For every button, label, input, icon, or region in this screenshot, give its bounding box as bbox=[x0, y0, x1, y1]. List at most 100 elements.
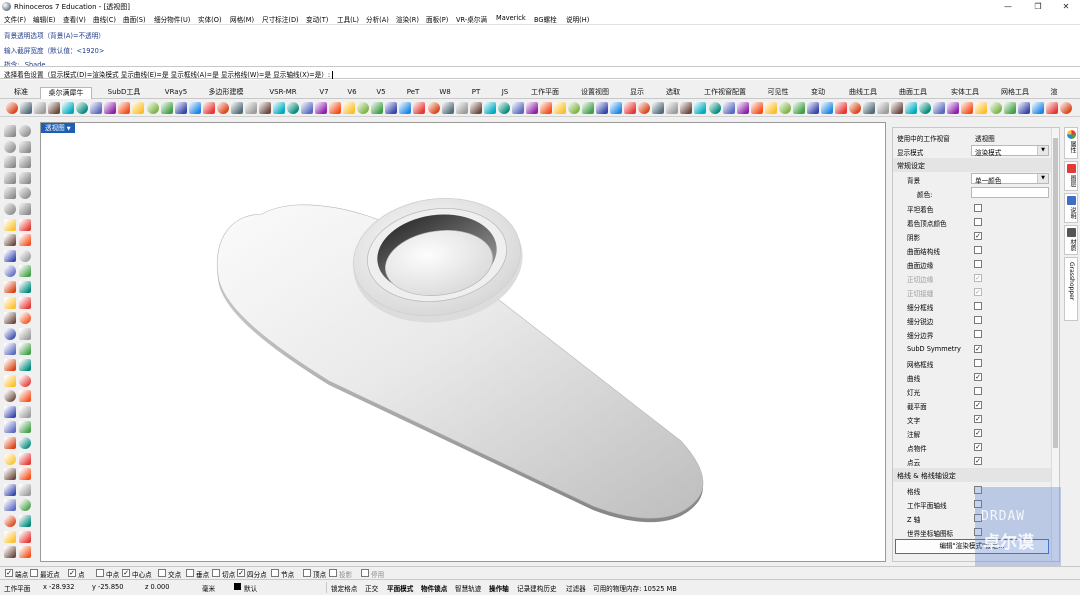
toolbar-tool-icon[interactable] bbox=[933, 102, 946, 114]
toolbar-tool-icon[interactable] bbox=[301, 102, 314, 114]
left-toolbar-tool-icon[interactable] bbox=[19, 405, 31, 418]
minimize-button[interactable]: — bbox=[994, 0, 1022, 13]
tab-display[interactable]: 显示 bbox=[622, 87, 652, 99]
left-toolbar-tool-icon[interactable] bbox=[19, 140, 31, 153]
menu-vr-plugin[interactable]: VR-桌尔满 bbox=[456, 14, 487, 24]
left-toolbar-tool-icon[interactable] bbox=[19, 312, 31, 325]
checkbox[interactable] bbox=[303, 569, 311, 577]
toolbar-tool-icon[interactable] bbox=[820, 102, 833, 114]
toolbar-tool-icon[interactable] bbox=[792, 102, 805, 114]
toolbar-tool-icon[interactable] bbox=[778, 102, 791, 114]
left-toolbar-tool-icon[interactable] bbox=[4, 125, 16, 137]
toolbar-tool-icon[interactable] bbox=[329, 102, 342, 114]
left-toolbar-tool-icon[interactable] bbox=[4, 499, 16, 512]
menu-curve[interactable]: 曲线(C) bbox=[93, 14, 116, 24]
left-toolbar-tool-icon[interactable] bbox=[19, 249, 31, 262]
left-toolbar-tool-icon[interactable] bbox=[4, 515, 16, 527]
tab-surface-tools[interactable]: 曲面工具 bbox=[890, 87, 936, 99]
side-tab-properties[interactable]: 属性 bbox=[1064, 127, 1078, 159]
left-toolbar-tool-icon[interactable] bbox=[19, 452, 31, 465]
command-line[interactable]: 选择着色设置（显示模式(D)=渲染模式 显示曲线(E)=是 显示框线(A)=是 … bbox=[0, 66, 1080, 79]
left-toolbar-tool-icon[interactable] bbox=[19, 530, 31, 543]
checkbox[interactable]: ✓ bbox=[122, 569, 130, 577]
toolbar-tool-icon[interactable] bbox=[146, 102, 159, 114]
toolbar-tool-icon[interactable] bbox=[6, 102, 18, 114]
left-toolbar-tool-icon[interactable] bbox=[4, 296, 16, 309]
toolbar-tool-icon[interactable] bbox=[694, 102, 707, 114]
toolbar-tool-icon[interactable] bbox=[427, 102, 440, 114]
menu-bg-bolt[interactable]: BG螺栓 bbox=[534, 14, 557, 24]
toolbar-tool-icon[interactable] bbox=[202, 102, 215, 114]
status-layer[interactable]: 默认 bbox=[244, 583, 257, 593]
toolbar-tool-icon[interactable] bbox=[610, 102, 623, 114]
left-toolbar-tool-icon[interactable] bbox=[4, 483, 16, 496]
left-toolbar-tool-icon[interactable] bbox=[4, 452, 16, 465]
checkbox[interactable] bbox=[974, 358, 982, 367]
tab-solid-tools[interactable]: 实体工具 bbox=[942, 87, 988, 99]
toolbar-tool-icon[interactable] bbox=[244, 102, 257, 114]
left-toolbar-tool-icon[interactable] bbox=[4, 437, 16, 449]
panel-dropdown[interactable]: 渲染模式 ▼ bbox=[971, 145, 1049, 157]
checkbox[interactable] bbox=[974, 316, 982, 325]
toolbar-tool-icon[interactable] bbox=[1031, 102, 1044, 114]
toolbar-tool-icon[interactable] bbox=[34, 102, 47, 114]
toolbar-tool-icon[interactable] bbox=[174, 102, 187, 114]
panel-section-header[interactable]: 格线 & 格线轴设定 bbox=[893, 468, 1051, 483]
left-toolbar-tool-icon[interactable] bbox=[19, 343, 31, 356]
toolbar-tool-icon[interactable] bbox=[863, 102, 876, 114]
toolbar-tool-icon[interactable] bbox=[736, 102, 749, 114]
toolbar-tool-icon[interactable] bbox=[596, 102, 609, 114]
toolbar-tool-icon[interactable] bbox=[905, 102, 918, 114]
menu-subd[interactable]: 细分物件(U) bbox=[154, 14, 190, 24]
status-cplane[interactable]: 工作平面 bbox=[4, 583, 30, 593]
tab-render[interactable]: 渲 bbox=[1044, 87, 1064, 99]
toolbar-tool-icon[interactable] bbox=[834, 102, 847, 114]
left-toolbar-tool-icon[interactable] bbox=[4, 187, 16, 200]
side-tab-layers[interactable]: 图层 bbox=[1064, 161, 1078, 191]
checkbox[interactable] bbox=[212, 569, 220, 577]
left-toolbar-tool-icon[interactable] bbox=[19, 125, 31, 137]
left-toolbar-tool-icon[interactable] bbox=[19, 374, 31, 387]
left-toolbar-tool-icon[interactable] bbox=[19, 296, 31, 309]
left-toolbar-tool-icon[interactable] bbox=[19, 218, 31, 231]
chevron-down-icon[interactable]: ▼ bbox=[1037, 174, 1048, 184]
toolbar-tool-icon[interactable] bbox=[371, 102, 384, 114]
status-ortho[interactable]: 正交 bbox=[365, 583, 378, 593]
left-toolbar-tool-icon[interactable] bbox=[4, 281, 16, 293]
toolbar-tool-icon[interactable] bbox=[216, 102, 229, 114]
perspective-viewport[interactable]: 透视图 ▼ bbox=[40, 122, 886, 562]
toolbar-tool-icon[interactable] bbox=[20, 102, 33, 114]
toolbar-tool-icon[interactable] bbox=[1059, 102, 1072, 114]
status-units[interactable]: 毫米 bbox=[202, 583, 215, 593]
left-toolbar-tool-icon[interactable] bbox=[19, 437, 31, 449]
toolbar-tool-icon[interactable] bbox=[582, 102, 595, 114]
tab-w8[interactable]: W8 bbox=[430, 87, 460, 99]
status-lock-grid[interactable]: 锁定格点 bbox=[331, 583, 357, 593]
tab-pt[interactable]: PT bbox=[462, 87, 490, 99]
checkbox[interactable] bbox=[30, 569, 38, 577]
left-toolbar-tool-icon[interactable] bbox=[4, 390, 16, 403]
panel-dropdown[interactable]: 单一颜色 ▼ bbox=[971, 173, 1049, 185]
toolbar-tool-icon[interactable] bbox=[160, 102, 173, 114]
tab-drdaw-rhino[interactable]: 桌尔满犀牛 bbox=[40, 87, 92, 99]
scrollbar-thumb[interactable] bbox=[1053, 138, 1058, 448]
left-toolbar-tool-icon[interactable] bbox=[4, 156, 16, 169]
toolbar-tool-icon[interactable] bbox=[764, 102, 777, 114]
left-toolbar-tool-icon[interactable] bbox=[4, 530, 16, 543]
checkbox[interactable] bbox=[974, 245, 982, 254]
left-toolbar-tool-icon[interactable] bbox=[19, 390, 31, 403]
checkbox[interactable]: ✓ bbox=[974, 429, 982, 438]
toolbar-tool-icon[interactable] bbox=[104, 102, 117, 114]
tab-subd-tools[interactable]: SubD工具 bbox=[96, 87, 152, 99]
left-toolbar-tool-icon[interactable] bbox=[19, 156, 31, 169]
left-toolbar-tool-icon[interactable] bbox=[4, 218, 16, 231]
toolbar-tool-icon[interactable] bbox=[708, 102, 721, 114]
toolbar-tool-icon[interactable] bbox=[258, 102, 271, 114]
menu-file[interactable]: 文件(F) bbox=[4, 14, 26, 24]
checkbox[interactable]: ✓ bbox=[974, 443, 982, 452]
menu-edit[interactable]: 编辑(E) bbox=[33, 14, 56, 24]
status-record-history[interactable]: 记录建构历史 bbox=[517, 583, 557, 593]
menu-dimension[interactable]: 尺寸标注(D) bbox=[262, 14, 299, 24]
panel-section-header[interactable]: 常规设定 bbox=[893, 158, 1051, 173]
side-tab-grasshopper[interactable]: Grasshopper bbox=[1064, 257, 1078, 321]
